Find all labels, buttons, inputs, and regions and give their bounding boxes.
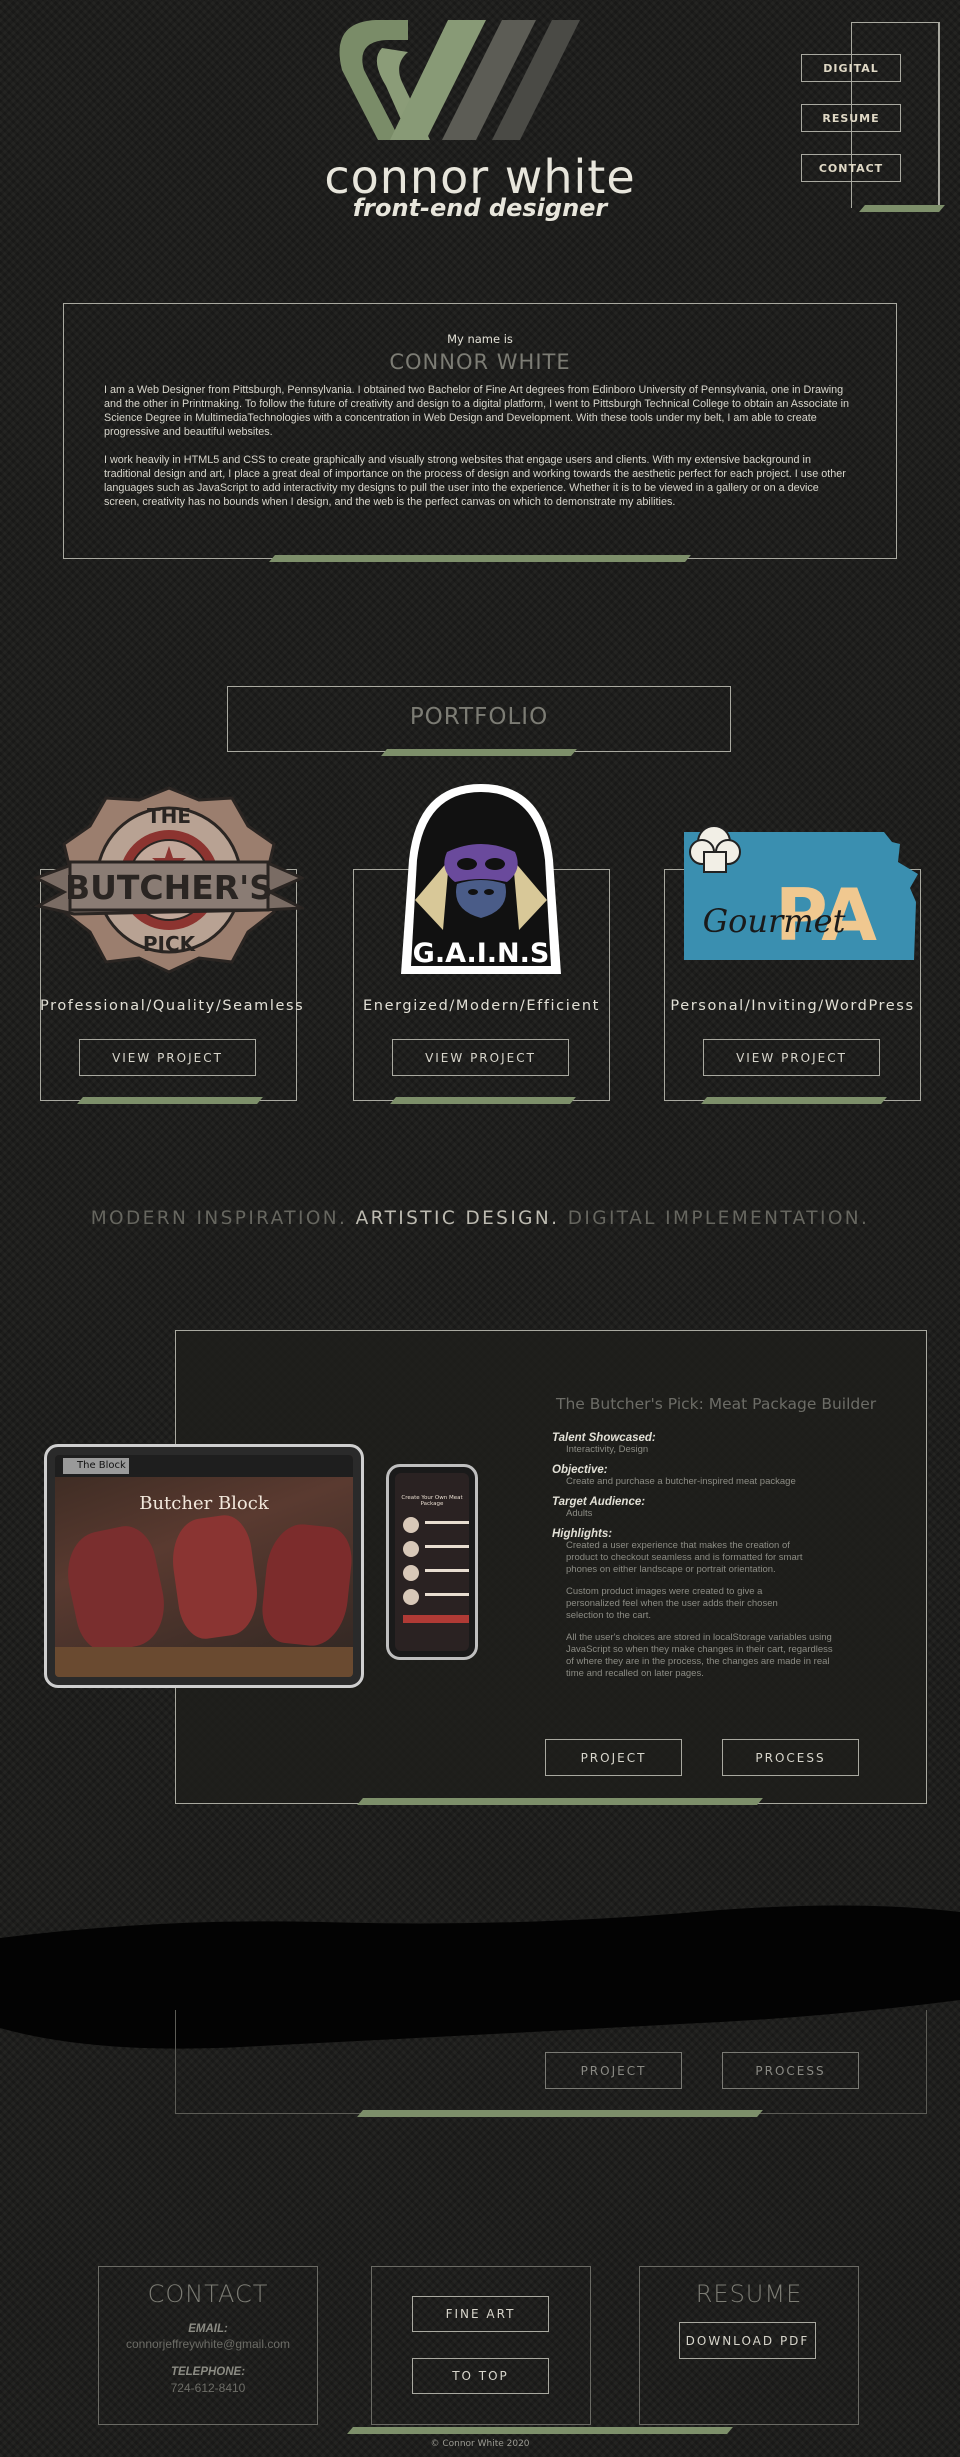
copyright-text: © Connor White 2020 <box>430 2439 530 2449</box>
gourmet-pa-card-tagline: Personal/Inviting/WordPress <box>670 998 915 1014</box>
phone-screen: Create Your Own Meat Package <box>395 1473 469 1651</box>
tablet-screen: The Block Butcher Block <box>55 1455 353 1677</box>
phone-item-line <box>425 1593 469 1596</box>
banner-part-1: MODERN INSPIRATION. <box>90 1208 348 1229</box>
nav-resume-button[interactable]: RESUME <box>801 104 901 132</box>
email-link[interactable]: connorjeffreywhite@gmail.com <box>98 2337 318 2351</box>
butchers-logo-top: THE <box>147 804 191 828</box>
nav-contact-button[interactable]: CONTACT <box>801 154 901 182</box>
about-name: CONNOR WHITE <box>389 350 571 374</box>
banner-part-3: DIGITAL IMPLEMENTATION. <box>567 1208 870 1229</box>
highlight-2: Custom product images were created to gi… <box>566 1586 778 1621</box>
featured-accent-bar <box>357 1798 763 1805</box>
featured-project-button[interactable]: PROJECT <box>545 1739 682 1776</box>
phone-item-icon <box>403 1589 419 1605</box>
phone-item-line <box>425 1545 469 1548</box>
about-paragraph-2: I work heavily in HTML5 and CSS to creat… <box>104 454 846 508</box>
butchers-view-project-button[interactable]: VIEW PROJECT <box>79 1039 256 1076</box>
gains-card-tagline: Energized/Modern/Efficient <box>363 998 600 1014</box>
audience-label: Target Audience: <box>552 1496 646 1508</box>
download-pdf-button[interactable]: DOWNLOAD PDF <box>679 2322 816 2359</box>
card-accent-bar <box>77 1097 263 1104</box>
highlights-label: Highlights: <box>552 1528 613 1540</box>
second-process-button[interactable]: PROCESS <box>722 2052 859 2089</box>
gains-view-project-button[interactable]: VIEW PROJECT <box>392 1039 569 1076</box>
links-frame <box>371 2266 591 2425</box>
gains-logo-text: G.A.I.N.S <box>413 938 550 969</box>
talent-label: Talent Showcased: <box>552 1432 656 1444</box>
tablet-heading: Butcher Block <box>139 1493 269 1514</box>
tagline-banner: MODERN INSPIRATION. ARTISTIC DESIGN. DIG… <box>0 1208 960 1229</box>
cw-monogram-icon <box>339 20 580 140</box>
phone-cta <box>403 1615 469 1623</box>
to-top-button[interactable]: TO TOP <box>412 2358 549 2394</box>
phone-item-line <box>425 1569 469 1572</box>
highlight-1: Created a user experience that makes the… <box>566 1540 803 1575</box>
nav-frame-side <box>938 22 940 208</box>
nav-digital-button[interactable]: DIGITAL <box>801 54 901 82</box>
butchers-card-tagline: Professional/Quality/Seamless <box>40 998 305 1014</box>
portfolio-accent-bar <box>381 749 577 756</box>
featured-details: Talent Showcased: Interactivity, Design … <box>552 1432 842 1680</box>
banner-part-2: ARTISTIC DESIGN. <box>355 1208 560 1229</box>
contact-heading: CONTACT <box>147 2280 269 2308</box>
card-accent-bar <box>701 1097 887 1104</box>
butchers-logo-main: BUTCHER'S <box>65 868 273 907</box>
gains-logo-icon[interactable]: G.A.I.N.S <box>395 780 567 980</box>
about-text: I am a Web Designer from Pittsburgh, Pen… <box>104 383 854 509</box>
featured-process-button[interactable]: PROCESS <box>722 1739 859 1776</box>
phone-item-line <box>425 1521 469 1524</box>
butchers-logo-bottom: PICK <box>143 932 197 956</box>
steak-image-1 <box>59 1520 173 1658</box>
objective-value: Create and purchase a butcher-inspired m… <box>566 1476 796 1487</box>
butchers-pick-logo-icon[interactable]: THE BUTCHER'S PICK <box>34 786 304 976</box>
footer-accent-bar <box>347 2427 733 2434</box>
about-intro: My name is <box>447 332 513 346</box>
gourmet-pa-view-project-button[interactable]: VIEW PROJECT <box>703 1039 880 1076</box>
about-accent-bar <box>269 555 691 562</box>
nav-accent-bar <box>859 205 945 212</box>
featured-title: The Butcher's Pick: Meat Package Builder <box>556 1395 877 1413</box>
objective-label: Objective: <box>552 1464 608 1476</box>
telephone-label: TELEPHONE: <box>170 2366 246 2378</box>
tablet-mockup: The Block Butcher Block <box>44 1444 364 1688</box>
tablet-tab: The Block <box>63 1458 129 1474</box>
portfolio-heading: PORTFOLIO <box>409 704 549 730</box>
steak-image-3 <box>258 1520 353 1650</box>
gourmet-pa-logo-icon[interactable]: PA Gourmet <box>678 822 924 968</box>
site-subtitle: front-end designer <box>352 194 608 222</box>
about-paragraph-1: I am a Web Designer from Pittsburgh, Pen… <box>104 384 850 438</box>
tablet-navbar: The Block <box>55 1455 353 1477</box>
phone-item-icon <box>403 1541 419 1557</box>
audience-value: Adults <box>566 1508 593 1519</box>
resume-heading: RESUME <box>695 2280 803 2308</box>
second-accent-bar <box>357 2110 763 2117</box>
cutting-board <box>55 1647 353 1677</box>
phone-mockup: Create Your Own Meat Package <box>386 1464 478 1660</box>
fine-art-button[interactable]: FINE ART <box>412 2296 549 2332</box>
gourmet-pa-logo-script: Gourmet <box>703 902 846 940</box>
phone-item-icon <box>403 1517 419 1533</box>
talent-value: Interactivity, Design <box>566 1444 649 1455</box>
email-label: EMAIL: <box>188 2323 228 2335</box>
phone-heading: Create Your Own Meat Package <box>401 1495 463 1507</box>
steak-image-2 <box>167 1512 263 1642</box>
second-project-button[interactable]: PROJECT <box>545 2052 682 2089</box>
phone-item-icon <box>403 1565 419 1581</box>
site-logo[interactable]: connor white front-end designer <box>290 12 670 222</box>
card-accent-bar <box>390 1097 576 1104</box>
highlight-3: All the user's choices are stored in loc… <box>566 1632 833 1679</box>
telephone-link[interactable]: 724-612-8410 <box>98 2381 318 2395</box>
